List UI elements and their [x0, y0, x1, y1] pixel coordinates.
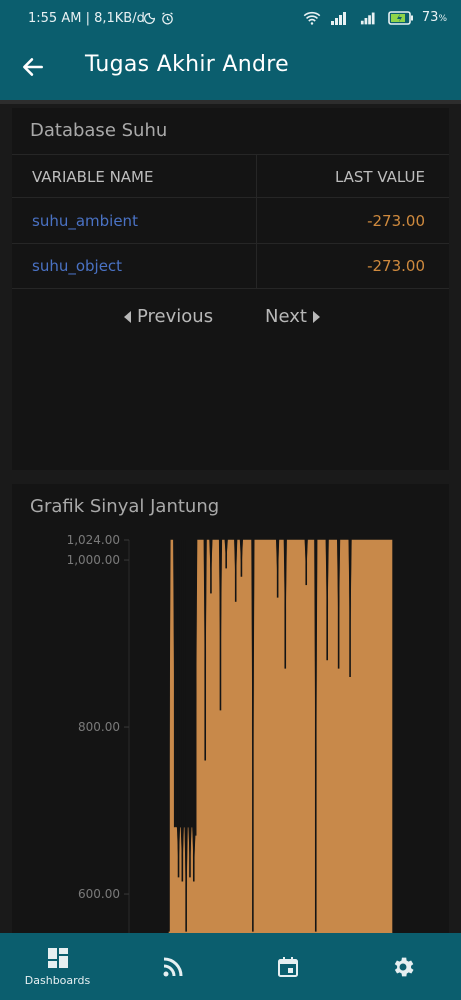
y-tick-label: 1,000.00: [67, 553, 120, 567]
column-header-value: LAST VALUE: [334, 168, 425, 186]
column-header-variable: VARIABLE NAME: [32, 168, 154, 186]
wifi-icon: [303, 11, 321, 25]
caret-right-icon: [312, 310, 320, 323]
chart-card: Grafik Sinyal Jantung 1,024.00 1,000.00 80…: [12, 484, 449, 934]
battery-percent: 73%: [421, 10, 447, 25]
moon-icon: [144, 13, 155, 24]
previous-button[interactable]: Previous: [124, 306, 213, 327]
nav-item-feed[interactable]: [115, 933, 230, 1000]
next-button[interactable]: Next: [265, 306, 320, 327]
variable-value: -273.00: [367, 257, 425, 275]
caret-left-icon: [124, 310, 131, 323]
heart-signal-chart: 1,024.00 1,000.00 800.00 600.00: [67, 533, 393, 934]
status-time-speed: 1:55 AM | 8,1KB/d: [28, 11, 145, 26]
status-bar: 1:55 AM | 8,1KB/d 73%: [0, 0, 461, 36]
signal-icon: [360, 12, 375, 24]
status-right: 73%: [302, 10, 447, 25]
nav-label-dashboards: Dashboards: [24, 974, 91, 987]
next-label: Next: [265, 306, 307, 327]
page-title: Tugas Akhir Andre: [85, 52, 289, 77]
dashboard-icon: [47, 948, 68, 968]
nav-item-settings[interactable]: [345, 933, 460, 1000]
bottom-navigation: Dashboards: [0, 933, 461, 1000]
battery-icon: [388, 10, 413, 25]
alarm-icon: [162, 12, 173, 25]
divider: [12, 154, 449, 155]
nav-item-dashboards[interactable]: Dashboards: [0, 933, 115, 1000]
settings-gear-icon: [394, 957, 414, 976]
variable-value: -273.00: [367, 212, 425, 230]
divider: [12, 243, 449, 244]
variable-link[interactable]: suhu_object: [32, 257, 122, 275]
app-bar: Tugas Akhir Andre: [0, 36, 461, 100]
divider: [12, 288, 449, 289]
y-tick-label: 800.00: [78, 720, 120, 734]
y-tick-label: 600.00: [78, 887, 120, 901]
y-tick-label: 1,024.00: [67, 533, 120, 547]
divider: [12, 197, 449, 198]
signal-icon: [330, 11, 346, 25]
database-card: Database Suhu VARIABLE NAME LAST VALUE s…: [12, 108, 449, 470]
rss-feed-icon: [163, 957, 182, 976]
card-title: Database Suhu: [30, 120, 168, 141]
appbar-shadow: [0, 100, 461, 104]
nav-item-calendar[interactable]: [230, 933, 345, 1000]
previous-label: Previous: [137, 306, 214, 327]
signal-series-area: [168, 539, 393, 934]
variable-link[interactable]: suhu_ambient: [32, 212, 138, 230]
card-title: Grafik Sinyal Jantung: [30, 496, 220, 517]
column-divider: [256, 154, 257, 288]
calendar-icon: [277, 956, 298, 977]
arrow-left-icon[interactable]: [20, 54, 46, 80]
